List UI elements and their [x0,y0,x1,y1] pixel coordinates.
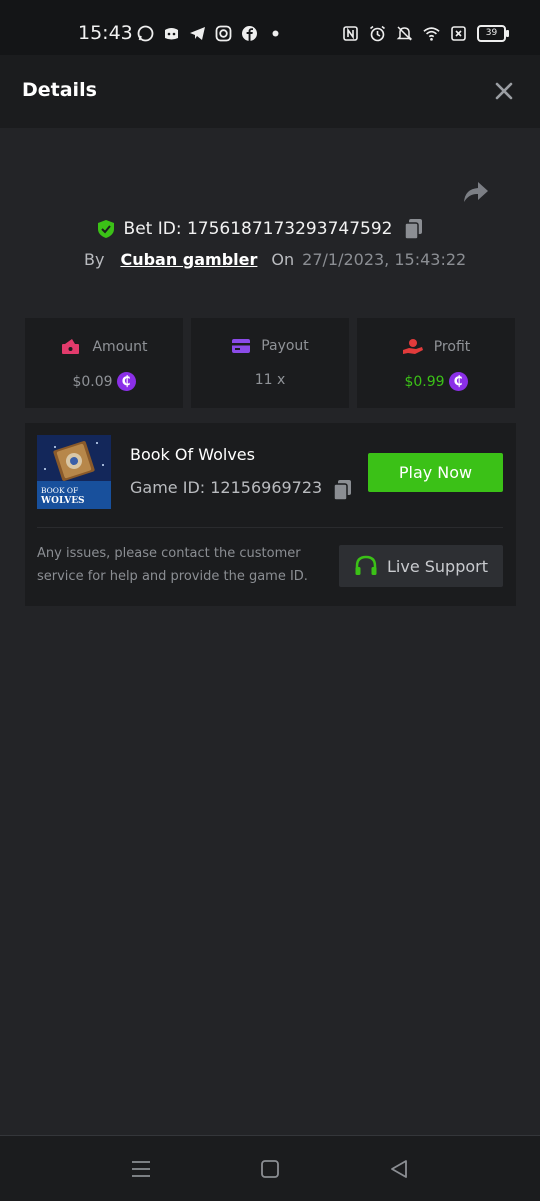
amount-value: $0.09 [72,373,113,390]
close-button[interactable] [494,81,514,101]
bet-id: Bet ID: 1756187173293747592 [123,219,393,239]
discord-icon [163,25,180,42]
page-title: Details [22,79,97,101]
svg-text:WOLVES: WOLVES [40,496,85,506]
game-name[interactable]: Book Of Wolves [130,445,255,464]
username-link[interactable]: Cuban gambler [120,250,257,269]
details-header: Details [0,55,540,128]
home-button[interactable] [257,1156,283,1182]
divider [37,527,503,528]
shield-check-icon [97,220,114,238]
profit-label: Profit [433,339,471,355]
profit-value: $0.99 [404,373,445,390]
share-button[interactable] [462,180,490,204]
payout-label: Payout [261,338,309,354]
payout-card: Payout 11 x [191,318,349,408]
copy-bet-id-icon[interactable] [404,218,424,240]
square-icon [261,1160,279,1178]
bet-date: 27/1/2023, 15:43:22 [302,250,467,269]
money-icon [62,339,80,354]
status-time: 15:43 [78,22,133,44]
back-button[interactable] [386,1156,412,1182]
dot-icon [267,25,284,42]
game-id: Game ID: 12156969723 [130,478,323,497]
bet-author-row: By Cuban gambler On 27/1/2023, 15:43:22 [84,250,466,269]
play-now-button[interactable]: Play Now [368,453,503,492]
instagram-icon [215,25,232,42]
live-support-button[interactable]: Live Support [339,545,503,587]
alarm-icon [369,25,386,42]
recents-button[interactable] [128,1156,154,1182]
coin-icon: ₵ [448,372,468,391]
svg-text:BOOK OF: BOOK OF [41,486,78,495]
share-icon [464,182,488,202]
by-label: By [84,250,105,269]
help-text: Any issues, please contact the customer … [37,546,308,584]
copy-game-id-icon[interactable] [333,479,353,501]
triangle-back-icon [391,1160,407,1178]
headset-icon [355,555,377,575]
close-icon [495,82,513,100]
whatsapp-icon [137,25,154,42]
bet-id-row: Bet ID: 1756187173293747592 [0,216,540,242]
profit-card: Profit $0.99 ₵ [357,318,515,408]
hand-coin-icon [402,339,423,354]
amount-label: Amount [92,339,148,355]
facebook-icon [241,25,258,42]
system-nav-bar [0,1135,540,1201]
game-thumbnail[interactable]: BOOK OF WOLVES [37,435,111,509]
bell-off-icon [396,25,413,42]
live-support-label: Live Support [386,556,488,576]
nfc-icon [342,25,359,42]
battery-icon: 39 [477,25,509,42]
on-label: On [271,250,295,269]
telegram-icon [189,25,206,42]
book-of-wolves-art: BOOK OF WOLVES [37,435,111,509]
card-icon [232,339,251,353]
menu-icon [132,1161,150,1177]
close-box-icon [450,25,467,42]
system-icons: 39 [342,25,509,42]
amount-card: Amount $0.09 ₵ [25,318,183,408]
coin-icon: ₵ [116,372,136,391]
status-bar: 15:43 39 [0,0,540,55]
game-card: BOOK OF WOLVES Book Of Wolves Game ID: 1… [25,423,516,606]
payout-value: 11 x [254,372,286,388]
wifi-icon [423,25,440,42]
notification-icons [137,25,284,42]
